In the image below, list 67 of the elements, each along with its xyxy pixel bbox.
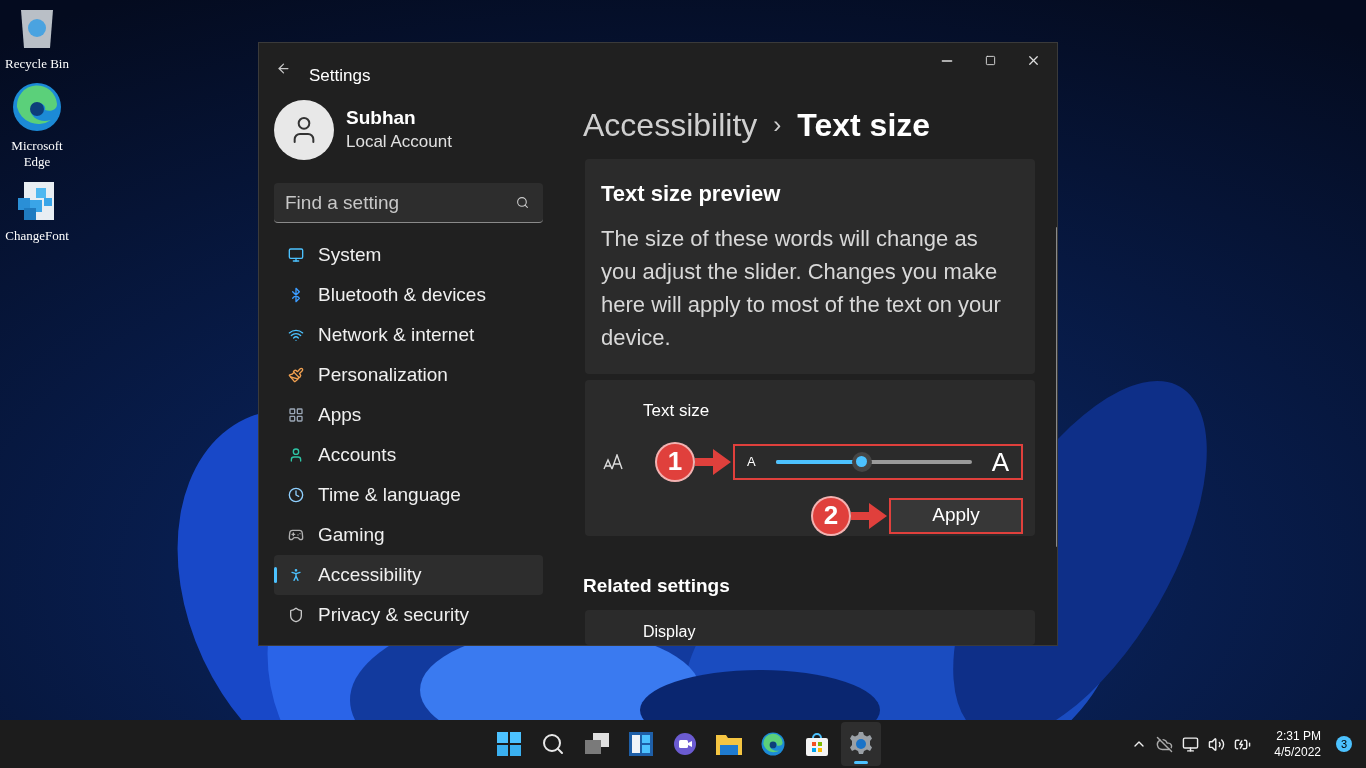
task-view-icon (585, 733, 609, 755)
small-a-label: A (747, 452, 756, 471)
close-icon[interactable] (1026, 53, 1041, 68)
folder-icon (716, 733, 742, 755)
gear-icon (849, 732, 873, 756)
paintbrush-icon (288, 367, 304, 383)
clock-date[interactable]: 4/5/2022 (1274, 744, 1321, 760)
nav-item[interactable]: Bluetooth & devices (274, 275, 543, 315)
section-heading: Related settings (583, 573, 731, 598)
account-type: Local Account (346, 131, 452, 153)
avatar[interactable] (274, 100, 334, 160)
setting-label: Text size (643, 400, 711, 423)
edge-icon (761, 732, 785, 756)
nav-item[interactable]: System (274, 235, 543, 275)
page-title: Text size (797, 106, 931, 146)
back-icon[interactable] (276, 61, 291, 76)
breadcrumb-parent[interactable]: Accessibility (583, 101, 758, 150)
window-title: Settings (309, 65, 371, 87)
cloud-off-icon[interactable] (1156, 735, 1174, 753)
taskbar-button[interactable] (841, 722, 881, 766)
nav-item[interactable]: Accessibility (274, 555, 543, 595)
nav-item[interactable]: Apps (274, 395, 543, 435)
windows-logo-icon (497, 732, 521, 756)
user-name: Subhan (346, 106, 417, 130)
gamepad-icon (288, 527, 304, 543)
text-size-icon (603, 453, 625, 470)
edge-icon (12, 82, 62, 132)
desktop-icon-label[interactable]: Microsoft Edge (2, 138, 72, 170)
slider-thumb[interactable] (851, 451, 872, 472)
chat-camera-icon (673, 732, 697, 756)
related-setting-row[interactable]: Display (585, 610, 1035, 645)
arrow-icon (851, 502, 887, 529)
clock-icon (288, 487, 304, 503)
step-marker: 2 (811, 495, 851, 536)
accessibility-icon (288, 567, 304, 583)
preview-text: The size of these words will change as you adjust the slider. Changes you make here will apply to most of the text on your device. (601, 225, 1002, 353)
arrow-icon (695, 448, 731, 475)
nav-item[interactable]: Accounts (274, 435, 543, 475)
nav-item[interactable]: Network & internet (274, 315, 543, 355)
person-icon (288, 447, 304, 463)
store-bag-icon (805, 732, 829, 756)
nav-item[interactable]: Privacy & security (274, 595, 543, 635)
desktop-icon-label[interactable]: Recycle Bin (2, 56, 72, 72)
active-indicator (854, 761, 868, 764)
volume-icon[interactable] (1208, 735, 1226, 753)
search-icon (541, 732, 565, 756)
clock-time[interactable]: 2:31 PM (1276, 728, 1321, 744)
wifi-icon (288, 327, 304, 343)
apps-grid-icon (288, 407, 304, 423)
apply-button[interactable]: Apply (889, 497, 1023, 534)
search-field[interactable]: Find a setting (274, 183, 543, 223)
monitor-icon[interactable] (1182, 735, 1200, 753)
search-icon (516, 196, 529, 209)
shield-icon (288, 607, 304, 623)
maximize-icon[interactable] (985, 55, 996, 66)
nav-item[interactable]: Gaming (274, 515, 543, 555)
widgets-icon (629, 732, 653, 756)
breadcrumb-separator: › (773, 110, 782, 141)
monitor-icon (288, 247, 304, 263)
large-a-label: A (991, 447, 1009, 476)
step-marker: 1 (655, 441, 695, 482)
desktop-icon-label[interactable]: ChangeFont (2, 228, 72, 244)
nav-item[interactable]: Time & language (274, 475, 543, 515)
nav-item[interactable]: Personalization (274, 355, 543, 395)
selection-indicator (274, 567, 277, 583)
card-title: Text size preview (601, 180, 782, 209)
notification-badge[interactable]: 3 (1336, 736, 1352, 752)
